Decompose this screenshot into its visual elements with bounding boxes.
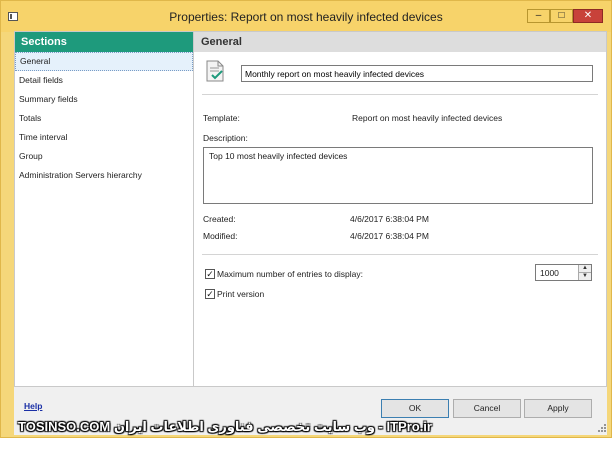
general-panel: General Template: Report on most heavily… [194,32,606,386]
print-version-checkbox[interactable]: ✓ [205,289,215,299]
sidebar-item-detail-fields[interactable]: Detail fields [15,71,193,90]
description-textarea[interactable]: Top 10 most heavily infected devices [203,147,593,204]
created-label: Created: [203,214,236,224]
close-button[interactable]: ✕ [573,9,603,23]
max-entries-spinner[interactable]: 1000 ▲ ▼ [535,264,592,281]
modified-label: Modified: [203,231,238,241]
spinner-up-icon[interactable]: ▲ [579,265,591,273]
sections-sidebar: Sections General Detail fields Summary f… [15,32,194,386]
panel-title: General [194,32,606,52]
spinner-down-icon[interactable]: ▼ [579,273,591,280]
help-link[interactable]: Help [24,401,42,411]
sidebar-item-group[interactable]: Group [15,147,193,166]
minimize-button[interactable]: – [527,9,550,23]
print-version-label: Print version [217,289,265,299]
cancel-button[interactable]: Cancel [453,399,521,418]
window-title: Properties: Report on most heavily infec… [169,10,443,24]
sidebar-item-general[interactable]: General [15,52,193,71]
sidebar-item-admin-servers-hierarchy[interactable]: Administration Servers hierarchy [15,166,193,185]
maximize-button[interactable]: □ [550,9,573,23]
report-name-input[interactable] [241,65,593,82]
modified-value: 4/6/2017 6:38:04 PM [350,231,429,241]
max-entries-label: Maximum number of entries to display: [217,269,363,279]
watermark-text: TOSINSO.COM وب سایت تخصصی فناوری اطلاعات… [18,419,432,434]
divider [202,94,598,95]
template-label: Template: [203,113,240,123]
divider [202,254,598,255]
dialog-body: Sections General Detail fields Summary f… [14,31,607,387]
spinner-buttons: ▲ ▼ [578,265,591,280]
sidebar-item-summary-fields[interactable]: Summary fields [15,90,193,109]
report-document-icon [206,60,224,82]
sidebar-item-time-interval[interactable]: Time interval [15,128,193,147]
description-label: Description: [203,133,248,143]
sections-header: Sections [15,32,193,52]
sidebar-item-totals[interactable]: Totals [15,109,193,128]
created-value: 4/6/2017 6:38:04 PM [350,214,429,224]
apply-button[interactable]: Apply [524,399,592,418]
title-bar[interactable]: Properties: Report on most heavily infec… [1,1,611,32]
max-entries-value: 1000 [540,268,559,278]
max-entries-checkbox[interactable]: ✓ [205,269,215,279]
template-value: Report on most heavily infected devices [352,113,503,123]
ok-button[interactable]: OK [381,399,449,418]
resize-grip-icon[interactable] [597,423,607,433]
